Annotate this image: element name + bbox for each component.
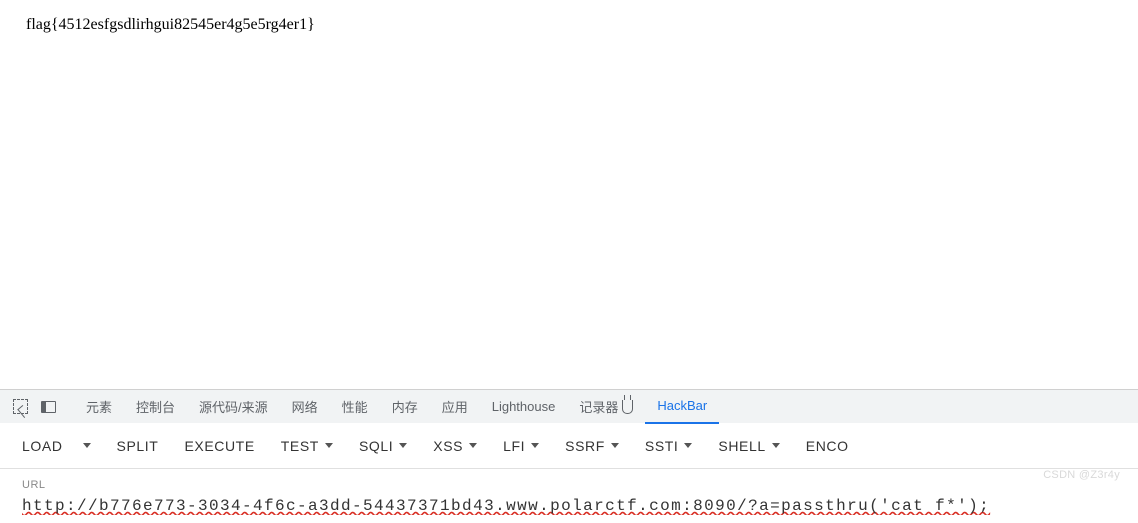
page-body: flag{4512esfgsdlirhgui82545er4g5e5rg4er1… (0, 0, 1138, 50)
load-label: LOAD (22, 438, 63, 454)
ssti-button[interactable]: SSTI (633, 423, 705, 469)
lfi-button[interactable]: LFI (491, 423, 551, 469)
devtools-tabbar: 元素 控制台 源代码/来源 网络 性能 内存 应用 Lighthouse 记录器… (0, 389, 1138, 423)
load-button[interactable]: LOAD (10, 423, 103, 469)
tab-recorder[interactable]: 记录器 (567, 390, 645, 424)
encoding-button[interactable]: ENCO (794, 423, 861, 469)
dropdown-icon (83, 443, 91, 448)
flask-icon (622, 400, 633, 414)
ssti-label: SSTI (645, 438, 679, 454)
dropdown-icon (399, 443, 407, 448)
tab-memory[interactable]: 内存 (380, 390, 430, 424)
devtools-panel: 元素 控制台 源代码/来源 网络 性能 内存 应用 Lighthouse 记录器… (0, 389, 1138, 523)
shell-button[interactable]: SHELL (706, 423, 791, 469)
sqli-label: SQLI (359, 438, 393, 454)
tab-performance[interactable]: 性能 (330, 390, 380, 424)
device-toolbar-icon[interactable] (34, 393, 62, 421)
sqli-button[interactable]: SQLI (347, 423, 419, 469)
test-button[interactable]: TEST (269, 423, 345, 469)
test-label: TEST (281, 438, 319, 454)
ssrf-label: SSRF (565, 438, 605, 454)
tab-recorder-label: 记录器 (579, 397, 618, 416)
flag-text: flag{4512esfgsdlirhgui82545er4g5e5rg4er1… (26, 16, 315, 33)
url-section: URL (0, 469, 1138, 523)
tab-elements[interactable]: 元素 (74, 390, 124, 424)
lfi-label: LFI (503, 438, 525, 454)
tab-application[interactable]: 应用 (430, 390, 480, 424)
inspect-element-icon[interactable] (6, 393, 34, 421)
dropdown-icon (772, 443, 780, 448)
dropdown-icon (469, 443, 477, 448)
xss-label: XSS (433, 438, 463, 454)
tab-network[interactable]: 网络 (280, 390, 330, 424)
url-label: URL (22, 479, 1116, 491)
watermark: CSDN @Z3r4y (1043, 469, 1120, 481)
dropdown-icon (684, 443, 692, 448)
split-button[interactable]: SPLIT (105, 423, 171, 469)
shell-label: SHELL (718, 438, 765, 454)
tab-console[interactable]: 控制台 (124, 390, 187, 424)
dropdown-icon (611, 443, 619, 448)
ssrf-button[interactable]: SSRF (553, 423, 631, 469)
tab-sources[interactable]: 源代码/来源 (187, 390, 280, 424)
execute-button[interactable]: EXECUTE (172, 423, 266, 469)
tab-lighthouse[interactable]: Lighthouse (480, 390, 568, 424)
xss-button[interactable]: XSS (421, 423, 489, 469)
dropdown-icon (325, 443, 333, 448)
hackbar-toolbar: LOAD SPLIT EXECUTE TEST SQLI XSS LFI SSR… (0, 423, 1138, 469)
url-input[interactable] (22, 495, 1116, 517)
dropdown-icon (531, 443, 539, 448)
tab-hackbar[interactable]: HackBar (645, 390, 719, 424)
